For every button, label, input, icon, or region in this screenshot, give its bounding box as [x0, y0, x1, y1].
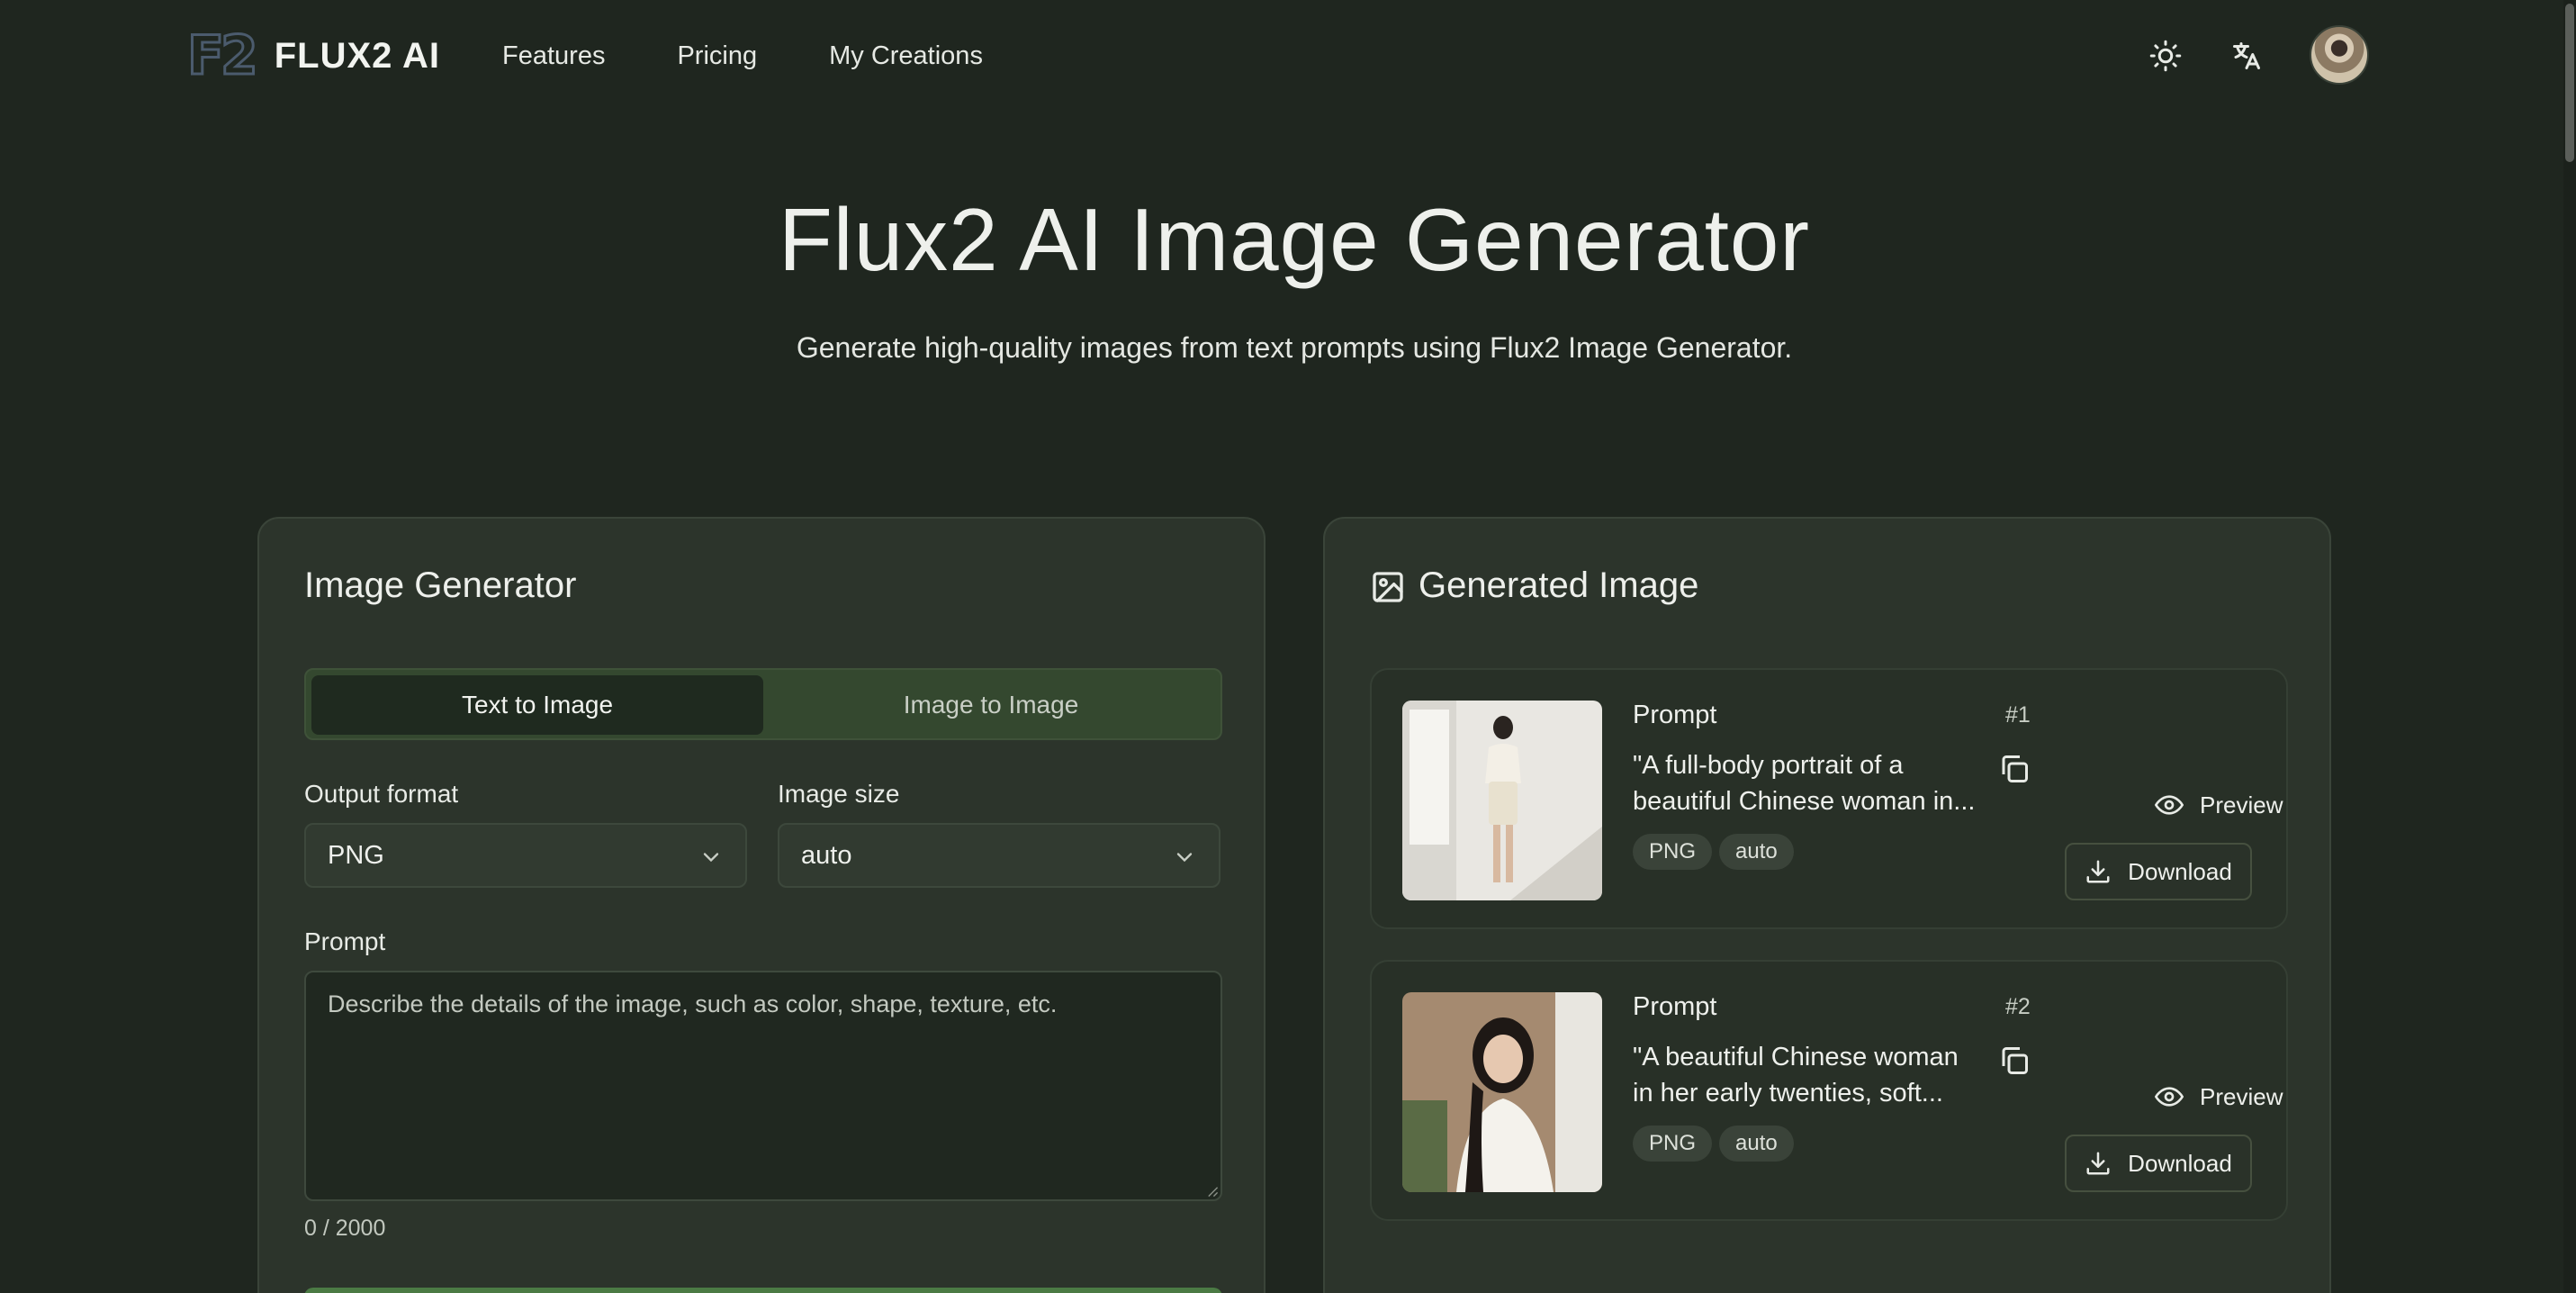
generate-button[interactable] — [304, 1288, 1222, 1293]
size-badge: auto — [1719, 1126, 1794, 1162]
page-title: Flux2 AI Image Generator — [778, 190, 1811, 289]
nav-features[interactable]: Features — [502, 36, 605, 76]
mode-tabs: Text to Image Image to Image — [304, 668, 1222, 740]
top-navbar: F2 FLUX2 AI Features Pricing My Creation… — [0, 0, 2576, 112]
chevron-down-icon — [703, 853, 719, 863]
download-icon — [2086, 860, 2110, 883]
result-item: Prompt #2 "A beautiful Chinese woman in … — [1370, 960, 2288, 1221]
prompt-textarea[interactable]: Describe the details of the image, such … — [304, 971, 1222, 1201]
result-prompt-line: in her early twenties, soft... — [1633, 1079, 1943, 1108]
result-number: #1 — [2005, 702, 2031, 728]
result-thumbnail[interactable] — [1402, 992, 1602, 1192]
eye-icon — [2155, 1087, 2184, 1107]
sun-icon[interactable] — [2144, 34, 2187, 77]
image-icon — [1373, 572, 1403, 602]
image-size-select[interactable]: auto — [778, 823, 1220, 888]
user-avatar[interactable] — [2310, 25, 2369, 85]
result-prompt-line: "A full-body portrait of a — [1633, 751, 1904, 780]
tab-image-to-image[interactable]: Image to Image — [765, 675, 1217, 735]
nav-pricing[interactable]: Pricing — [677, 36, 757, 76]
download-label: Download — [2128, 857, 2232, 885]
eye-icon — [2155, 795, 2184, 815]
resize-handle-icon[interactable] — [1206, 1185, 1219, 1198]
result-prompt-line: "A beautiful Chinese woman — [1633, 1043, 1959, 1071]
copy-icon[interactable] — [1998, 753, 2031, 785]
logo-text: FLUX2 AI — [274, 35, 441, 76]
generated-image-title: Generated Image — [1419, 565, 1699, 605]
translate-icon[interactable] — [2225, 34, 2268, 77]
preview-button[interactable]: Preview — [2155, 785, 2283, 825]
tab-text-to-image[interactable]: Text to Image — [311, 675, 763, 735]
page-scrollbar[interactable] — [2563, 0, 2576, 1293]
result-number: #2 — [2005, 994, 2031, 1019]
result-item: Prompt #1 "A full-body portrait of a bea… — [1370, 668, 2288, 929]
prompt-label: Prompt — [304, 927, 386, 955]
prompt-char-counter: 0 / 2000 — [304, 1216, 386, 1241]
generator-title: Image Generator — [304, 565, 577, 605]
result-prompt-text: "A beautiful Chinese woman in her early … — [1633, 1039, 1993, 1111]
preview-label: Preview — [2200, 791, 2283, 818]
result-prompt-label: Prompt — [1633, 992, 1717, 1021]
prompt-placeholder: Describe the details of the image, such … — [328, 990, 1058, 1017]
image-size-value: auto — [801, 840, 852, 870]
page: F2 FLUX2 AI Features Pricing My Creation… — [0, 0, 2576, 1293]
output-format-select[interactable]: PNG — [304, 823, 747, 888]
download-label: Download — [2128, 1149, 2232, 1177]
output-format-value: PNG — [328, 840, 384, 870]
main-nav: Features Pricing My Creations — [502, 36, 1055, 76]
page-subtitle: Generate high-quality images from text p… — [796, 331, 1793, 364]
brand-logo[interactable]: F2 FLUX2 AI — [186, 24, 441, 87]
download-button[interactable]: Download — [2065, 1135, 2252, 1192]
download-button[interactable]: Download — [2065, 843, 2252, 900]
logo-mark: F2 — [186, 24, 260, 87]
image-size-label: Image size — [778, 780, 900, 808]
result-prompt-line: beautiful Chinese woman in... — [1633, 787, 1976, 816]
result-thumbnail[interactable] — [1402, 701, 1602, 900]
download-icon — [2086, 1152, 2110, 1175]
chevron-down-icon — [1176, 853, 1193, 863]
format-badge: PNG — [1633, 834, 1713, 870]
output-format-label: Output format — [304, 780, 459, 808]
preview-label: Preview — [2200, 1082, 2283, 1110]
generated-images-panel: Generated Image Prompt #1 "A full-body p… — [1323, 517, 2331, 1293]
nav-my-creations[interactable]: My Creations — [829, 36, 983, 76]
image-generator-panel: Image Generator Text to Image Image to I… — [257, 517, 1265, 1293]
size-badge: auto — [1719, 834, 1794, 870]
preview-button[interactable]: Preview — [2155, 1077, 2283, 1117]
format-badge: PNG — [1633, 1126, 1713, 1162]
result-prompt-text: "A full-body portrait of a beautiful Chi… — [1633, 747, 1993, 819]
result-prompt-label: Prompt — [1633, 701, 1717, 729]
scrollbar-thumb[interactable] — [2565, 4, 2574, 162]
copy-icon[interactable] — [1998, 1044, 2031, 1077]
